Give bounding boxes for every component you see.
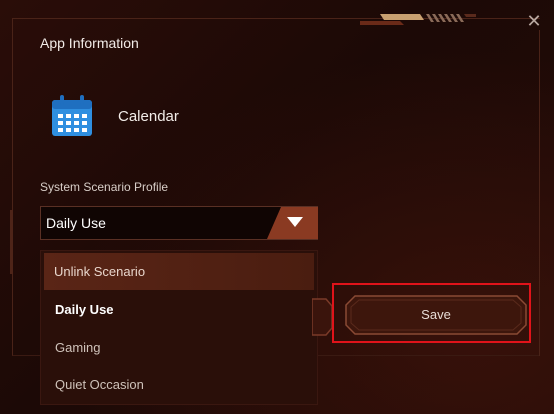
option-gaming[interactable]: Gaming [41,329,317,366]
cancel-button-edge[interactable] [312,298,334,336]
close-button[interactable]: ✕ [522,10,546,34]
decorative-stripes [360,14,476,25]
close-icon: ✕ [526,11,542,32]
option-unlink-scenario[interactable]: Unlink Scenario [44,253,314,290]
calendar-icon [52,95,92,136]
scenario-profile-select[interactable]: Daily Use [40,206,318,240]
chevron-down-icon [267,207,318,239]
option-daily-use[interactable]: Daily Use [41,291,317,328]
app-information-dialog: ✕ App Information Calendar System Scenar… [0,0,554,414]
option-quiet-occasion[interactable]: Quiet Occasion [41,366,317,403]
scenario-profile-label: System Scenario Profile [40,180,169,194]
selected-value: Daily Use [46,215,106,231]
dialog-title: App Information [40,35,139,51]
save-button[interactable] [345,295,527,335]
side-accent [10,210,13,274]
app-name: Calendar [118,108,179,125]
scenario-dropdown-list: Unlink Scenario Daily Use Gaming Quiet O… [40,250,318,405]
dialog-frame-right [539,30,540,356]
